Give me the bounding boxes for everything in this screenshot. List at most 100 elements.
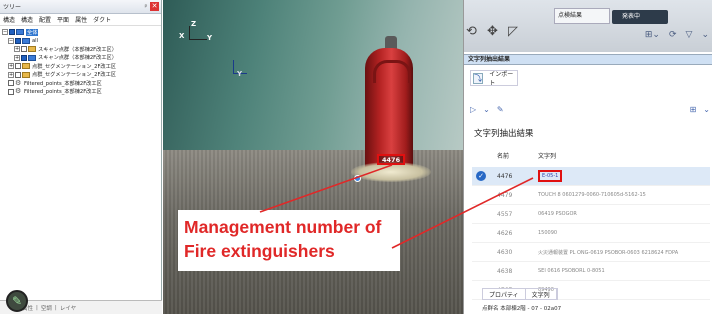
- tab-hvac[interactable]: 空調: [41, 304, 52, 312]
- expand-toggle-icon[interactable]: +: [14, 46, 20, 53]
- tree-item[interactable]: − 全体: [2, 28, 159, 37]
- visibility-checkbox[interactable]: [15, 37, 21, 44]
- row-text: 150090: [538, 230, 558, 236]
- tree-item[interactable]: − all: [2, 37, 159, 46]
- columns-dropdown-icon[interactable]: ⌄: [703, 105, 710, 114]
- extinguisher-base: [351, 162, 431, 182]
- refresh-icon[interactable]: ⟳: [669, 30, 677, 40]
- tree-item[interactable]: + 点群_セグメンテーション_2F改工区: [2, 71, 159, 80]
- layout-menu-icon[interactable]: ⊞⌄: [645, 30, 660, 40]
- list-toolbar: ▷ ⌄ ✎ ⊞ ⌄: [470, 102, 710, 116]
- visibility-checkbox[interactable]: [15, 71, 21, 78]
- pen-icon[interactable]: ✎: [6, 290, 28, 312]
- visibility-checkbox[interactable]: [15, 63, 21, 70]
- folder-icon: [28, 54, 36, 61]
- edit-icon[interactable]: ✎: [497, 105, 504, 114]
- tree-pane: ツリー ᵖ ✕ 構造 構造 配置 平面 属性 ダクト − 全体 − all + スキャン点…: [0, 0, 162, 314]
- visibility-checkbox[interactable]: [21, 46, 27, 53]
- callout-line-2: Fire extinguishers: [184, 241, 335, 261]
- import-icon: ⤵: [473, 72, 484, 84]
- row-name: 4638: [497, 267, 513, 275]
- list-heading: 文字列抽出結果: [474, 129, 534, 139]
- tree-item-label: スキャン点群（本部棟2F改工区）: [38, 46, 117, 53]
- property-row: 点群名 本部棟2階 - 07 - 02a07: [482, 306, 562, 312]
- tree-item-label: Filtered_points_本部棟2F改工区: [24, 80, 102, 87]
- visibility-checkbox[interactable]: [8, 80, 14, 87]
- pin-icon[interactable]: ᵖ: [142, 3, 150, 11]
- tree-item-label: スキャン点群（本部棟2F改工区）: [38, 55, 117, 62]
- tree-item-label: 点群_セグメンテーション_2F改工区: [32, 72, 116, 79]
- axis-x-label: X: [179, 32, 185, 40]
- tab-properties[interactable]: プロパティ: [483, 289, 526, 299]
- import-button[interactable]: ⤵ インポート: [470, 70, 518, 87]
- menu-item-plan[interactable]: 平面: [57, 15, 69, 24]
- expand-toggle-icon[interactable]: −: [2, 29, 8, 36]
- tree-item[interactable]: ⚙ Filtered_points_本部棟2F改工区: [2, 79, 159, 88]
- expand-toggle-icon[interactable]: +: [14, 54, 20, 61]
- expand-toggle-icon[interactable]: −: [8, 37, 14, 44]
- row-text: 09490: [538, 287, 554, 293]
- point-marker[interactable]: [354, 175, 361, 182]
- inspection-result-tab[interactable]: 点検結果: [554, 8, 610, 24]
- table-row[interactable]: ✓ 4476 E-05-1: [472, 167, 710, 186]
- table-row[interactable]: 4638 SEI 0616 PSOBORL 0-8051: [472, 262, 710, 281]
- column-header-name[interactable]: 名前: [497, 151, 538, 163]
- axis-y-label-small: Y: [237, 70, 243, 78]
- row-text: 06419 PSOGOR: [538, 211, 577, 217]
- tree-item[interactable]: + スキャン点群（本部棟2F改工区）: [2, 54, 159, 63]
- menu-item-structure-2[interactable]: 構造: [21, 15, 33, 24]
- dropdown-icon[interactable]: ⌄: [483, 105, 490, 114]
- row-name: 4557: [497, 210, 513, 218]
- folder-icon: [28, 46, 36, 53]
- row-text: TOUCH 8 0601279-0060-710605d-5162-15: [538, 192, 646, 198]
- table-row[interactable]: 4479 TOUCH 8 0601279-0060-710605d-5162-15: [472, 186, 710, 205]
- columns-icon[interactable]: ⊞: [690, 105, 697, 114]
- view-navigation-controls[interactable]: ⟲ ✥ ◸: [466, 24, 526, 46]
- play-icon[interactable]: ▷: [470, 105, 476, 114]
- table-row[interactable]: 4557 06419 PSOGOR: [472, 205, 710, 224]
- row-text: SEI 0616 PSOBORL 0-8051: [538, 268, 605, 274]
- column-header-text[interactable]: 文字列: [538, 151, 710, 163]
- tree-item[interactable]: ⚙ Filtered_points_本部棟2F改工区: [2, 88, 159, 97]
- visibility-checkbox[interactable]: [8, 88, 14, 95]
- tree-menu-bar: 構造 構造 配置 平面 属性 ダクト: [0, 14, 161, 26]
- selected-check-icon: ✓: [476, 171, 486, 181]
- visibility-checkbox[interactable]: [9, 29, 15, 36]
- close-icon[interactable]: ✕: [150, 2, 159, 11]
- expand-icon[interactable]: ⌄: [701, 30, 709, 40]
- expand-toggle-icon[interactable]: +: [8, 71, 14, 78]
- tab-strings[interactable]: 文字列: [526, 289, 557, 299]
- table-row[interactable]: 4626 150090: [472, 224, 710, 243]
- import-row: ⤵ インポート: [470, 70, 518, 87]
- folder-icon: [22, 63, 30, 70]
- import-label: インポート: [489, 71, 514, 87]
- row-name: 4626: [497, 229, 513, 237]
- tree-item-label: 点群_セグメンテーション_2F改工区: [32, 63, 116, 70]
- menu-item-layout[interactable]: 配置: [39, 15, 51, 24]
- menu-item-structure[interactable]: 構造: [3, 15, 15, 24]
- tree-item[interactable]: + 点群_セグメンテーション_2F改工区: [2, 62, 159, 71]
- row-name: 4479: [497, 191, 513, 199]
- table-row[interactable]: 4630 火災通報装置 PL ONG-0619 PSOBOR-0603 62186…: [472, 243, 710, 262]
- axis-z-label: Z: [191, 20, 197, 28]
- bottom-tabs: プロパティ 文字列: [482, 288, 558, 300]
- folder-icon: [16, 29, 24, 36]
- filter-icon[interactable]: ▽: [686, 30, 693, 40]
- tree-title: ツリー: [3, 4, 22, 11]
- menu-item-duct[interactable]: ダクト: [93, 15, 111, 24]
- gear-icon: ⚙: [15, 78, 22, 87]
- axis-gizmo-large: Z Y X: [177, 20, 217, 52]
- callout-line-1: Management number of: [184, 217, 382, 237]
- layer-tree: − 全体 − all + スキャン点群（本部棟2F改工区） + スキャン点群（本部棟2F改工区…: [0, 26, 161, 98]
- column-headers: 名前 文字列: [472, 151, 710, 163]
- menu-item-attribute[interactable]: 属性: [75, 15, 87, 24]
- visibility-checkbox[interactable]: [21, 54, 27, 61]
- gear-icon: ⚙: [15, 87, 22, 96]
- tab-layer[interactable]: レイヤ: [60, 304, 76, 312]
- expand-toggle-icon[interactable]: +: [8, 63, 14, 70]
- tree-item[interactable]: + スキャン点群（本部棟2F改工区）: [2, 45, 159, 54]
- axis-gizmo-small: Y: [225, 56, 255, 84]
- folder-icon: [22, 37, 30, 44]
- extinguisher-tag-label[interactable]: 4476: [377, 154, 406, 165]
- row-name: 4630: [497, 248, 513, 256]
